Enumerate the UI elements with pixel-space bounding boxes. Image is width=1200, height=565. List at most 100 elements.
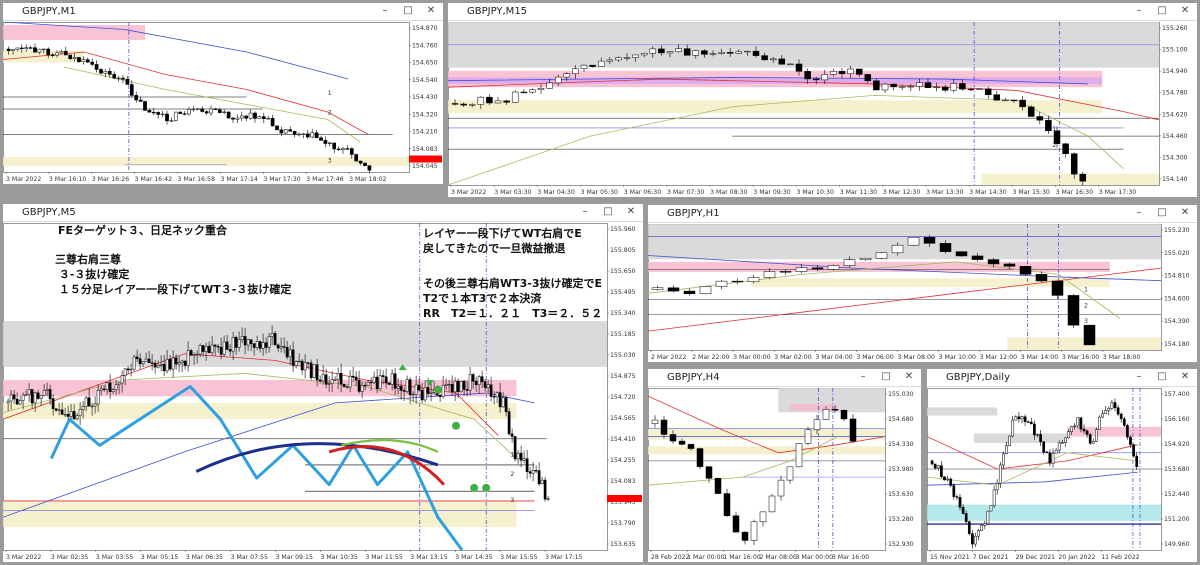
candle-bear — [339, 373, 343, 385]
price-chart[interactable]: 155.030 154.680 154.330 153.980 153.630 153.2… — [648, 388, 921, 562]
candle-bear — [726, 52, 734, 54]
candle-bull — [1091, 441, 1095, 444]
candle-bear — [959, 83, 966, 90]
candle-bull — [27, 389, 31, 395]
candle-bear — [291, 349, 295, 366]
title-bar[interactable]: GBPJPY,H1 – □ ✕ — [648, 205, 1197, 223]
price-chart[interactable]: 1 2 155.260 155.100 154.940 154.780 154.620 154… — [448, 22, 1197, 197]
candle-bear — [345, 148, 350, 150]
title-bar[interactable]: GBPJPY,H4 – □ ✕ — [648, 369, 921, 387]
candle-bull — [974, 535, 977, 545]
candle-bear — [135, 356, 139, 359]
minimize-button[interactable]: – — [1133, 371, 1145, 382]
time-axis-label: 3 Mar 06:00 — [856, 354, 893, 361]
maximize-button[interactable]: □ — [602, 206, 614, 217]
candle-bull — [341, 148, 345, 150]
minimize-button[interactable]: – — [579, 206, 591, 217]
candle-bull — [240, 336, 244, 340]
candle-bear — [1129, 436, 1132, 445]
candle-bear — [1079, 173, 1087, 182]
chart-svg: 1 2 3 155.230 155.020 154.810 154.600 154.390 15… — [648, 224, 1190, 361]
close-button[interactable]: ✕ — [625, 206, 637, 217]
close-button[interactable]: ✕ — [1179, 5, 1191, 16]
maximize-button[interactable]: □ — [1156, 371, 1168, 382]
price-axis-label: 155.495 — [610, 289, 636, 296]
price-chart[interactable]: 1 2 3 154.870 154.760 154.650 154.540 154.430 15… — [3, 22, 443, 184]
candle-bear — [1033, 423, 1036, 436]
candle-bear — [249, 339, 253, 344]
title-bar[interactable]: GBPJPY,Daily – □ ✕ — [927, 369, 1197, 387]
candle-bear — [1026, 421, 1030, 423]
time-axis-label: 29 Dec 2021 — [1016, 554, 1056, 561]
candle-bear — [489, 384, 493, 397]
close-button[interactable]: ✕ — [1179, 371, 1191, 382]
minimize-button[interactable]: – — [1133, 207, 1145, 218]
chart-window-h4[interactable]: GBPJPY,H4 – □ ✕ 155.030 154.680 154.330 153.9… — [647, 368, 922, 563]
chart-svg: 1 2 155.260 155.100 154.940 154.780 154.620 154… — [448, 22, 1188, 196]
candle-bull — [1095, 429, 1098, 442]
close-button[interactable]: ✕ — [425, 5, 437, 16]
maximize-button[interactable]: □ — [1156, 5, 1168, 16]
title-bar[interactable]: GBPJPY,M15 – □ ✕ — [448, 3, 1197, 21]
candle-bull — [563, 73, 571, 78]
candle-bear — [967, 521, 971, 534]
chart-window-daily[interactable]: GBPJPY,Daily – □ ✕ 157.400 156.160 154.920 15… — [926, 368, 1198, 563]
candle-bull — [55, 52, 59, 56]
candle-bear — [264, 342, 268, 348]
zone-rect — [3, 25, 146, 40]
price-axis-label: 154.460 — [1162, 133, 1188, 140]
time-axis-label: 3 Mar 04:00 — [815, 354, 852, 361]
title-bar[interactable]: GBPJPY,M5 – □ ✕ — [3, 204, 643, 222]
chart-window-m1[interactable]: GBPJPY,M1 – □ ✕ 1 2 3 154.870 154.760 154.650 15… — [2, 2, 444, 185]
candle-bull — [84, 397, 88, 407]
chart-window-h1[interactable]: GBPJPY,H1 – □ ✕ 1 2 3 155.230 155.020 154.810 15… — [647, 204, 1198, 363]
minimize-button[interactable]: – — [379, 5, 391, 16]
time-axis-label: 3 Mar 03:55 — [96, 554, 133, 561]
chart-icon — [7, 7, 18, 16]
candle-bear — [183, 360, 187, 366]
window-title: GBPJPY,H4 — [667, 372, 720, 383]
time-axis-label: 3 Mar 14:30 — [969, 189, 1006, 196]
title-bar[interactable]: GBPJPY,M1 – □ ✕ — [3, 3, 443, 21]
candle-bull — [813, 419, 821, 431]
price-axis-label: 151.200 — [1164, 516, 1190, 523]
candle-bull — [1002, 99, 1009, 102]
candle-bull — [96, 390, 100, 405]
price-axis-label: 154.810 — [1164, 273, 1190, 280]
close-button[interactable]: ✕ — [903, 371, 915, 382]
minimize-button[interactable]: – — [857, 371, 869, 382]
candle-bear — [253, 112, 257, 119]
chart-window-m15[interactable]: GBPJPY,M15 – □ ✕ 1 2 155.260 155.100 154.940 15… — [447, 2, 1198, 198]
candle-bull — [936, 465, 940, 469]
candle-bear — [99, 69, 103, 74]
candle-bear — [528, 471, 532, 474]
chart-window-m5[interactable]: GBPJPY,M5 – □ ✕ 1 2 3 155.960 155.805 155.650 15… — [2, 203, 644, 563]
candle-bear — [1119, 413, 1123, 420]
candle-bull — [666, 51, 674, 54]
candle-bull — [699, 286, 712, 294]
minimize-button[interactable]: – — [1133, 5, 1145, 16]
candle-bull — [1101, 413, 1104, 418]
candle-bull — [81, 406, 85, 410]
candle-bull — [1036, 434, 1039, 436]
price-axis-label: 154.650 — [412, 60, 438, 67]
maximize-button[interactable]: □ — [1156, 207, 1168, 218]
time-axis-label: 3 Mar 08:30 — [710, 189, 747, 196]
candle-bear — [460, 103, 467, 106]
candle-bear — [924, 82, 932, 88]
close-button[interactable]: ✕ — [1179, 207, 1191, 218]
candle-bull — [1076, 417, 1080, 427]
candle-bull — [120, 375, 124, 384]
price-chart[interactable]: 157.400 156.160 154.920 153.680 152.440 151.2… — [927, 388, 1197, 562]
candle-bear — [46, 48, 51, 56]
candle-bull — [9, 394, 13, 402]
candle-bear — [864, 74, 872, 82]
candle-bear — [270, 117, 275, 127]
maximize-button[interactable]: □ — [402, 5, 414, 16]
candle-bear — [68, 54, 73, 59]
candle-bear — [363, 162, 367, 166]
candle-bear — [309, 362, 313, 378]
price-axis-label: 154.600 — [1164, 295, 1190, 302]
price-chart[interactable]: 1 2 3 155.230 155.020 154.810 154.600 154.390 15… — [648, 224, 1197, 362]
maximize-button[interactable]: □ — [880, 371, 892, 382]
